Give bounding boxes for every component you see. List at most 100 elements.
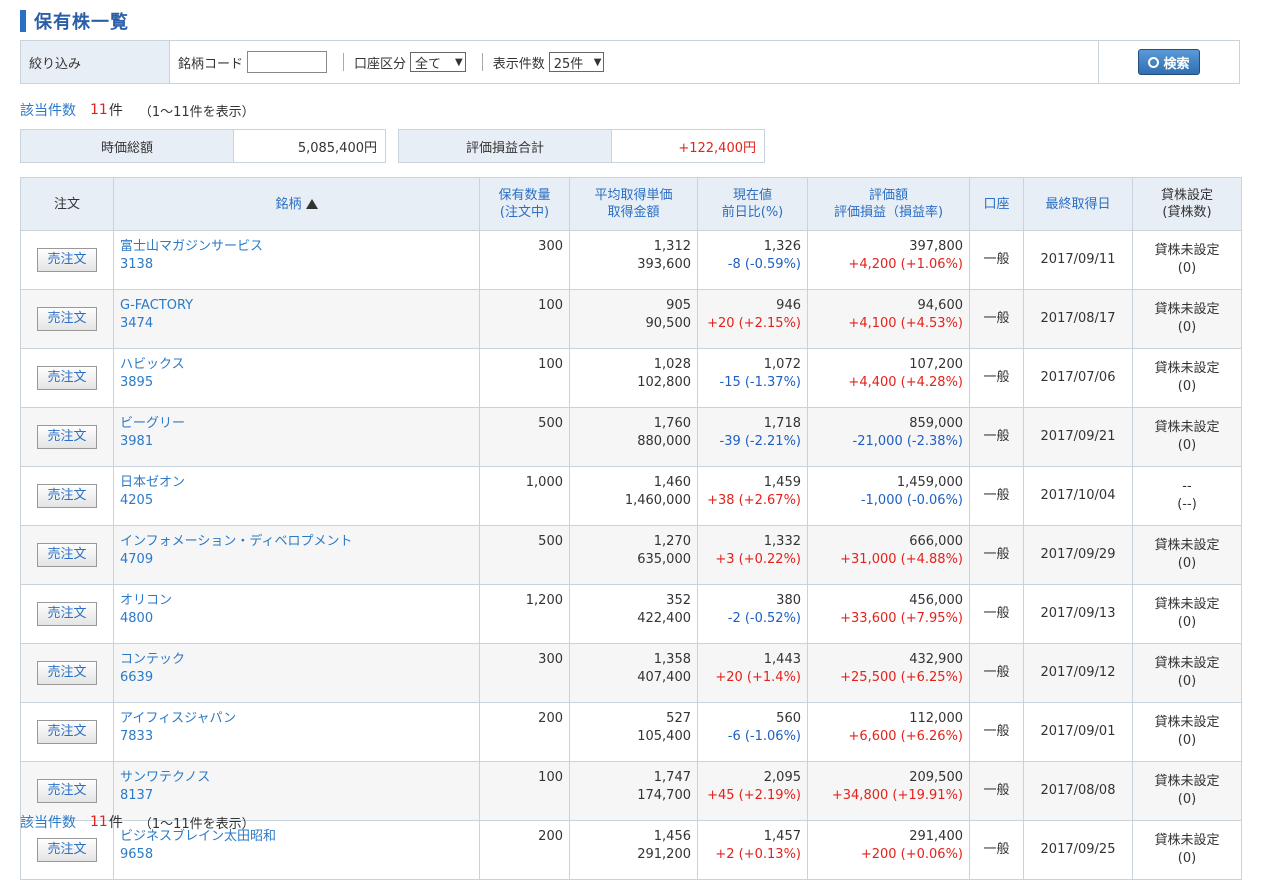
lending-count: (0) [1177,261,1197,276]
stock-code-link[interactable]: 8137 [120,787,473,805]
stock-code-link[interactable]: 9658 [120,846,473,864]
result-count-label[interactable]: 該当件数 [20,812,76,832]
stock-name-link[interactable]: コンテック [120,651,473,669]
stock-code-link[interactable]: 4205 [120,492,473,510]
account-cell: 一般 [969,407,1024,467]
stock-code-input[interactable] [247,51,328,73]
sell-order-button[interactable]: 売注文 [37,602,97,626]
last-acquired-date: 2017/10/04 [1040,488,1116,503]
valuation-cell: 112,000 +6,600 (+6.26%) [807,702,970,762]
header-last-date[interactable]: 最終取得日 [1023,177,1133,231]
divider [343,53,345,71]
header-valuation[interactable]: 評価額 評価損益（損益率) [807,177,970,231]
stock-code-link[interactable]: 3138 [120,256,473,274]
chevron-down-icon: ▼ [455,56,463,68]
cost-amount: 422,400 [637,611,691,626]
stock-code-link[interactable]: 4709 [120,551,473,569]
profit-loss: +25,500 (+6.25%) [840,670,963,685]
avg-cost-cell: 1,312 393,600 [569,230,698,290]
account-cell: 一般 [969,761,1024,821]
stock-code-link[interactable]: 7833 [120,728,473,746]
valuation: 209,500 [909,770,963,785]
search-button[interactable]: 検索 [1138,49,1200,75]
valuation-cell: 397,800 +4,200 (+1.06%) [807,230,970,290]
last-date-cell: 2017/09/11 [1023,230,1133,290]
profit-loss: +4,400 (+4.28%) [848,375,963,390]
sell-order-button[interactable]: 売注文 [37,720,97,744]
valuation-cell: 432,900 +25,500 (+6.25%) [807,643,970,703]
stock-name-link[interactable]: インフォメーション・ディベロプメント [120,533,473,551]
header-stock[interactable]: 銘柄 [113,177,480,231]
account-type: 一般 [983,665,1010,680]
stock-name-link[interactable]: G-FACTORY [120,297,473,315]
account-type: 一般 [983,783,1010,798]
result-count-label[interactable]: 該当件数 [20,100,76,120]
lending-count: (0) [1177,851,1197,866]
profit-loss: +4,200 (+1.06%) [848,257,963,272]
valuation: 859,000 [909,416,963,431]
avg-cost-cell: 1,760 880,000 [569,407,698,467]
quantity-cell: 1,200 [479,584,570,644]
header-quantity[interactable]: 保有数量 (注文中) [479,177,570,231]
display-count-label: 表示件数 [492,56,545,72]
sell-order-button[interactable]: 売注文 [37,366,97,390]
valuation: 107,200 [909,357,963,372]
day-change: +20 (+2.15%) [707,316,801,331]
account-cell: 一般 [969,466,1024,526]
stock-code-link[interactable]: 3981 [120,433,473,451]
stock-name-link[interactable]: アイフィスジャパン [120,710,473,728]
quantity-cell: 1,000 [479,466,570,526]
account-type-select[interactable]: 全て ▼ [410,52,466,72]
search-button-label: 検索 [1163,56,1190,72]
lending-status: 貸株未設定 [1154,774,1220,789]
header-account[interactable]: 口座 [969,177,1024,231]
stock-name-link[interactable]: ハビックス [120,356,473,374]
last-acquired-date: 2017/09/25 [1040,842,1116,857]
lending-cell: 貸株未設定 (0) [1132,289,1242,349]
stock-name-link[interactable]: ビーグリー [120,415,473,433]
display-count-select[interactable]: 25件 ▼ [548,52,605,72]
last-date-cell: 2017/09/29 [1023,525,1133,585]
avg-price: 1,747 [653,770,691,785]
last-acquired-date: 2017/08/08 [1040,783,1116,798]
sell-order-button[interactable]: 売注文 [37,248,97,272]
stock-code-link[interactable]: 6639 [120,669,473,687]
cost-amount: 393,600 [637,257,691,272]
sell-order-button[interactable]: 売注文 [37,425,97,449]
cost-amount: 635,000 [637,552,691,567]
pl-total-label: 評価損益合計 [399,130,612,162]
stock-name-link[interactable]: オリコン [120,592,473,610]
stock-code-link[interactable]: 4800 [120,610,473,628]
lending-cell: 貸株未設定 (0) [1132,761,1242,821]
current-price: 1,332 [763,534,801,549]
day-change: -39 (-2.21%) [719,434,802,449]
cost-amount: 291,200 [637,847,691,862]
lending-status: 貸株未設定 [1154,243,1220,258]
sell-order-button[interactable]: 売注文 [37,661,97,685]
sell-order-button[interactable]: 売注文 [37,838,97,862]
day-change: -2 (-0.52%) [727,611,801,626]
stock-name-link[interactable]: 富士山マガジンサービス [120,238,473,256]
quantity-cell: 100 [479,289,570,349]
quantity: 100 [538,357,563,372]
current-price: 1,072 [763,357,801,372]
avg-price: 1,358 [653,652,691,667]
lending-status: 貸株未設定 [1154,715,1220,730]
stock-code-link[interactable]: 3474 [120,315,473,333]
avg-cost-cell: 1,747 174,700 [569,761,698,821]
sell-order-button[interactable]: 売注文 [37,543,97,567]
last-date-cell: 2017/09/25 [1023,820,1133,880]
header-avg-cost[interactable]: 平均取得単価 取得金額 [569,177,698,231]
header-price[interactable]: 現在値 前日比(%) [697,177,808,231]
stock-code-link[interactable]: 3895 [120,374,473,392]
sell-order-button[interactable]: 売注文 [37,307,97,331]
sell-order-button[interactable]: 売注文 [37,484,97,508]
avg-cost-cell: 1,460 1,460,000 [569,466,698,526]
stock-name-link[interactable]: 日本ゼオン [120,474,473,492]
stock-name-link[interactable]: サンワテクノス [120,769,473,787]
quantity: 200 [538,829,563,844]
sell-order-button[interactable]: 売注文 [37,779,97,803]
avg-cost-cell: 1,270 635,000 [569,525,698,585]
valuation-cell: 107,200 +4,400 (+4.28%) [807,348,970,408]
search-button-cell: 検索 [1098,41,1239,83]
